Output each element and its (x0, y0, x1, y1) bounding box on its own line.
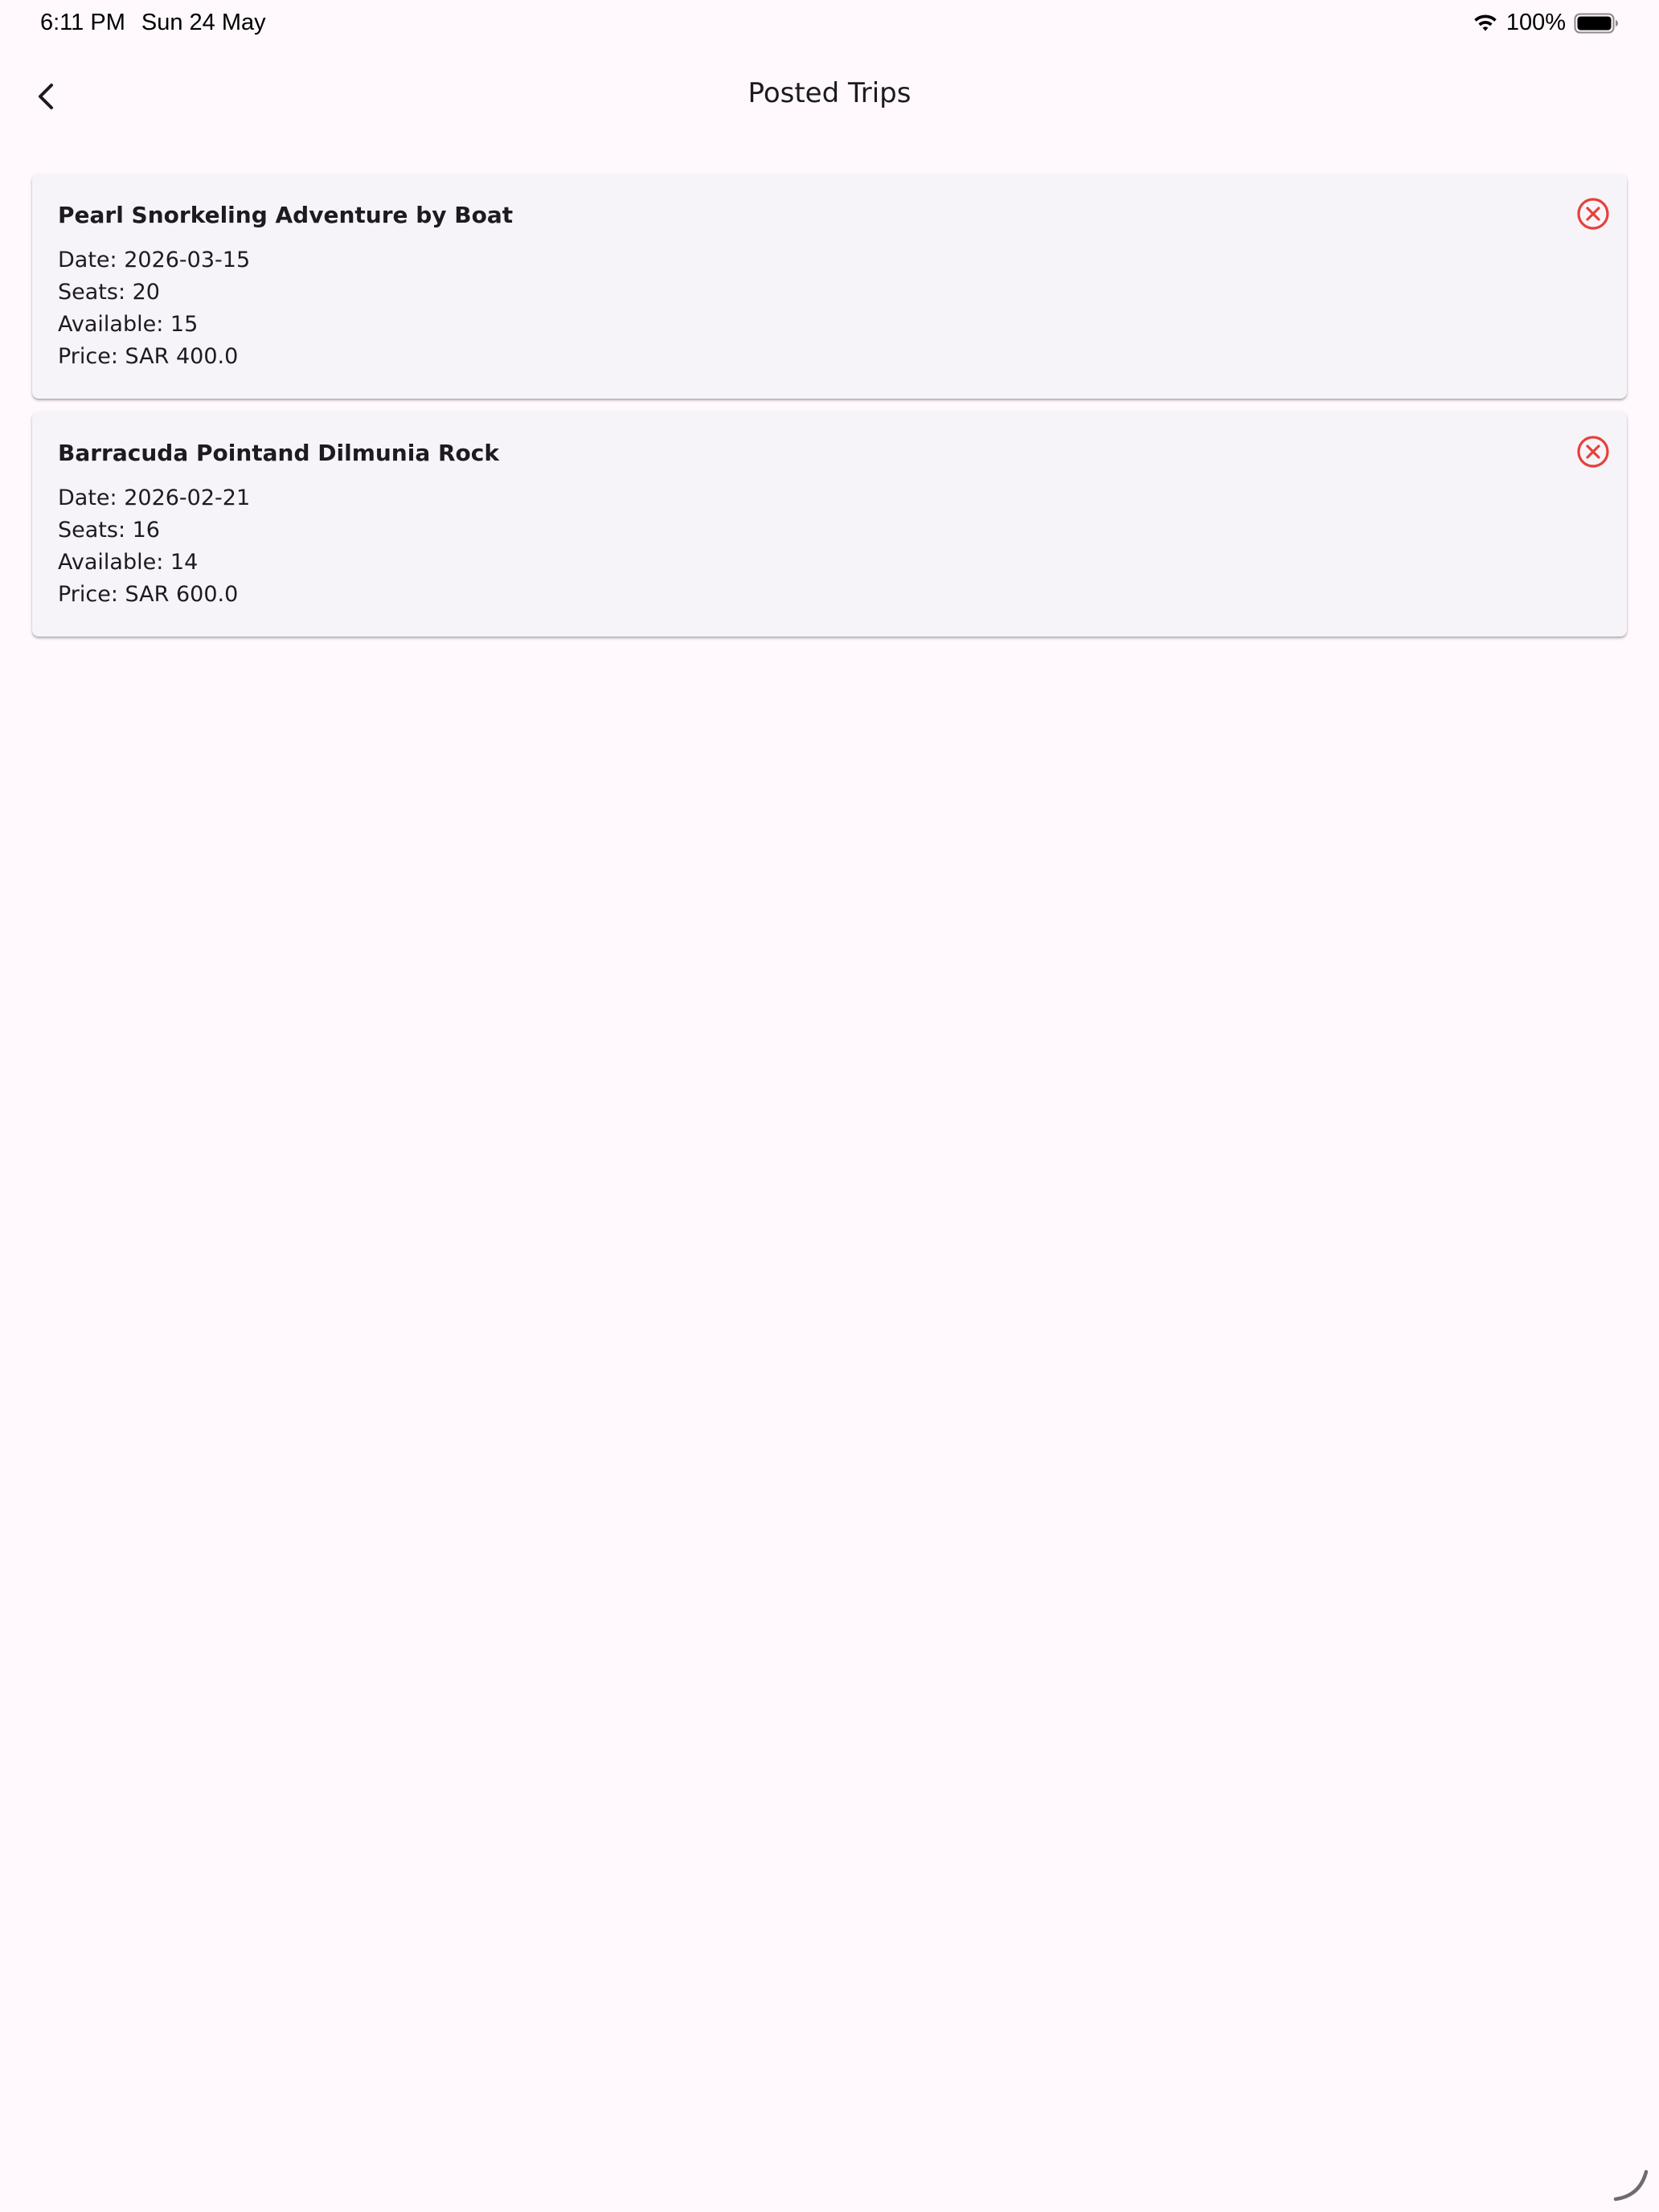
trip-available: Available: 14 (58, 550, 199, 575)
status-time-date: 6:11 PM Sun 24 May (40, 10, 266, 36)
cancel-circle-icon (1576, 197, 1610, 231)
trip-list: Pearl Snorkeling Adventure by Boat Date:… (32, 174, 1627, 649)
wifi-icon (1473, 14, 1498, 33)
battery-percentage: 100% (1505, 10, 1566, 35)
trip-title: Pearl Snorkeling Adventure by Boat (58, 202, 514, 228)
battery-icon (1574, 13, 1619, 34)
resize-handle[interactable] (1611, 2164, 1651, 2204)
trip-date: Date: 2026-03-15 (58, 248, 251, 272)
page-title: Posted Trips (748, 77, 911, 109)
trip-price: Price: SAR 400.0 (58, 344, 239, 369)
app-bar: Posted Trips (0, 51, 1659, 141)
status-date: Sun 24 May (141, 10, 266, 35)
status-bar: 6:11 PM Sun 24 May 100% (0, 0, 1659, 51)
trip-card: Pearl Snorkeling Adventure by Boat Date:… (32, 174, 1627, 399)
trip-price: Price: SAR 600.0 (58, 582, 239, 607)
trip-title: Barracuda Pointand Dilmunia Rock (58, 440, 499, 466)
cancel-trip-button[interactable] (1569, 428, 1617, 476)
status-time: 6:11 PM (40, 10, 125, 35)
trip-card: Barracuda Pointand Dilmunia Rock Date: 2… (32, 412, 1627, 637)
trip-date: Date: 2026-02-21 (58, 485, 251, 510)
trip-available: Available: 15 (58, 312, 199, 337)
trip-seats: Seats: 16 (58, 518, 160, 543)
trip-seats: Seats: 20 (58, 280, 160, 305)
status-indicators: 100% (1473, 10, 1619, 36)
cancel-trip-button[interactable] (1569, 190, 1617, 238)
cancel-circle-icon (1576, 435, 1610, 469)
